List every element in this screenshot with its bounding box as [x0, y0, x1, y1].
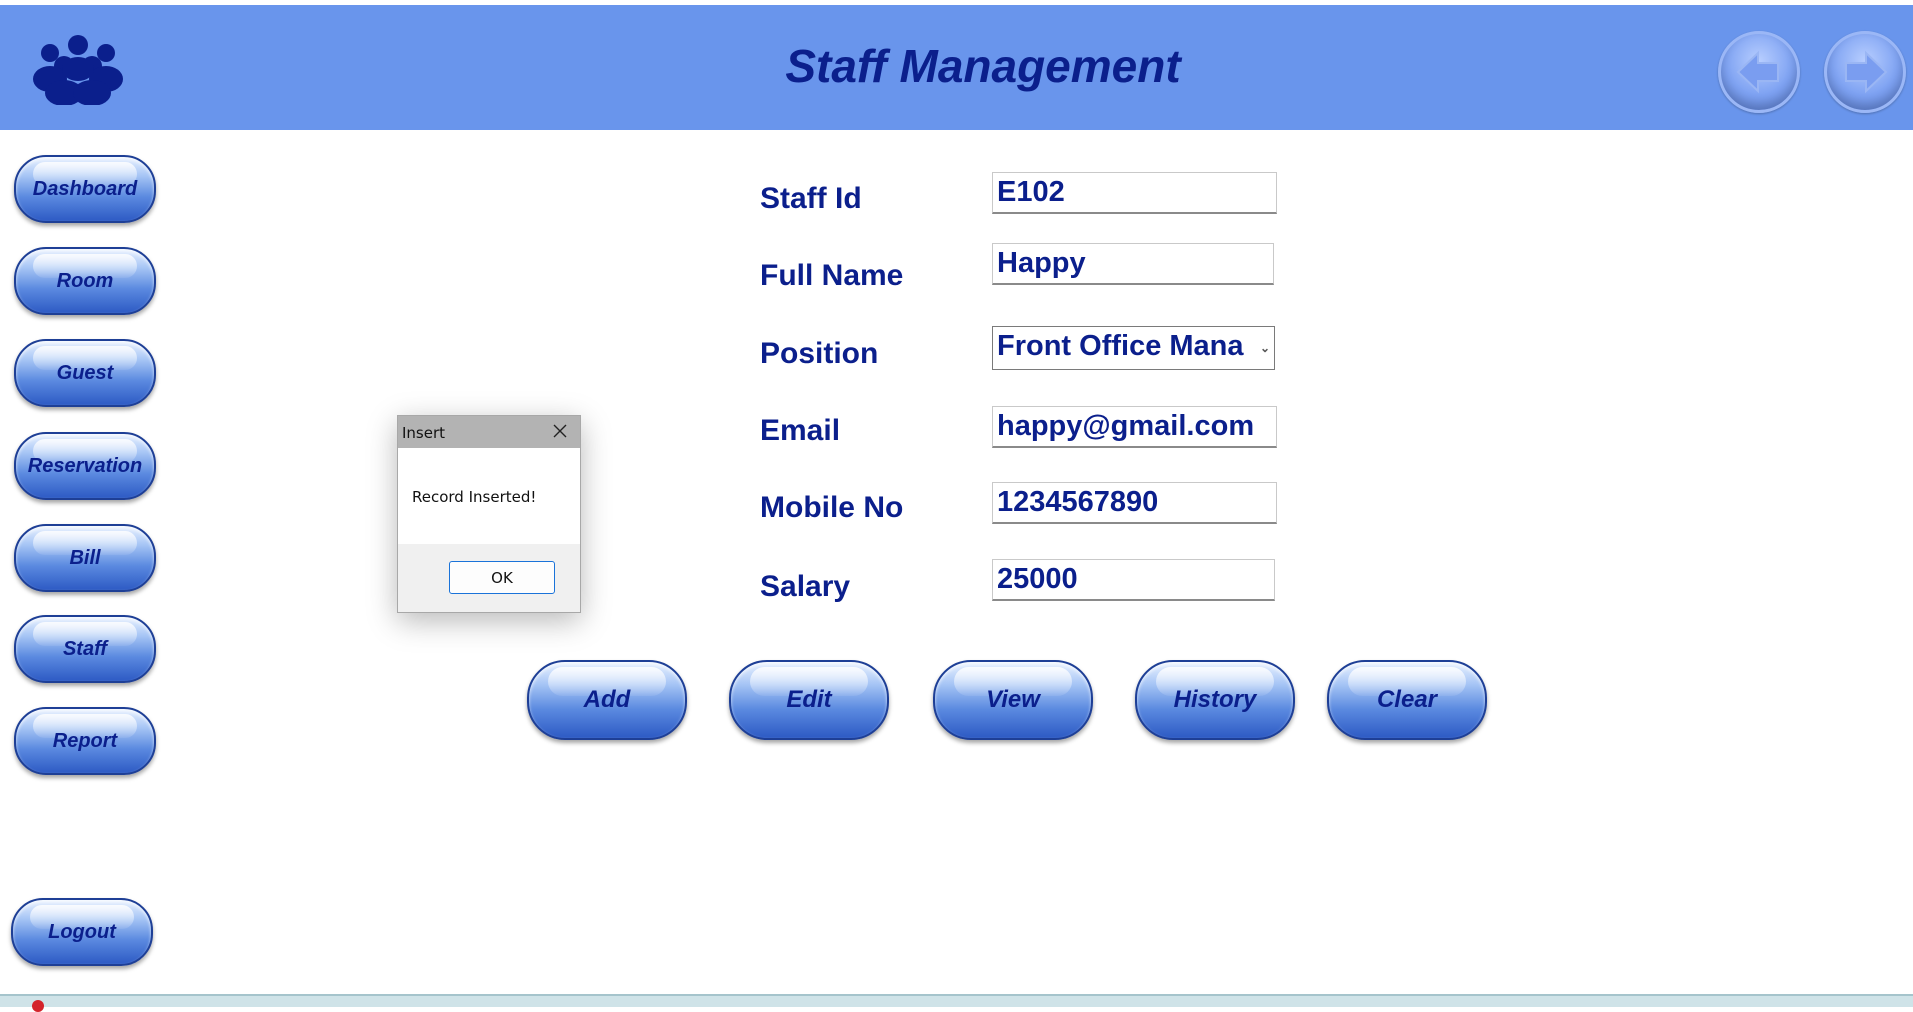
header-bar: Staff Management — [0, 5, 1913, 130]
logout-label: Logout — [48, 920, 116, 943]
sidebar-item-bill[interactable]: Bill — [14, 524, 156, 592]
email-label: Email — [760, 414, 841, 447]
logout-button[interactable]: Logout — [11, 898, 153, 966]
salary-field[interactable] — [992, 559, 1275, 601]
dialog-title: Insert — [402, 424, 446, 442]
page-title: Staff Management — [785, 40, 1181, 92]
position-select[interactable]: Front Office Mana ⌄ — [992, 326, 1275, 370]
add-button-label: Add — [583, 686, 631, 713]
sidebar-item-label: Reservation — [27, 454, 143, 477]
salary-label: Salary — [760, 570, 851, 603]
clear-button[interactable]: Clear — [1327, 660, 1487, 740]
sidebar-item-guest[interactable]: Guest — [14, 339, 156, 407]
history-button-label: History — [1173, 686, 1257, 713]
sidebar-item-dashboard[interactable]: Dashboard — [14, 155, 156, 223]
chevron-down-icon: ⌄ — [1259, 341, 1270, 355]
sidebar-item-reservation[interactable]: Reservation — [14, 432, 156, 500]
position-label: Position — [760, 337, 879, 370]
sidebar-item-report[interactable]: Report — [14, 707, 156, 775]
back-button[interactable] — [1718, 31, 1800, 113]
dialog-message: Record Inserted! — [412, 488, 537, 506]
arrow-left-icon — [1736, 50, 1779, 94]
staff-id-field[interactable] — [992, 172, 1277, 214]
add-button[interactable]: Add — [527, 660, 687, 740]
taskbar-strip — [0, 994, 1913, 1007]
email-field[interactable] — [992, 406, 1277, 448]
staff-id-label: Staff Id — [760, 182, 862, 215]
history-button[interactable]: History — [1135, 660, 1295, 740]
sidebar-item-label: Bill — [69, 546, 101, 569]
sidebar-item-label: Guest — [56, 361, 114, 384]
sidebar-item-staff[interactable]: Staff — [14, 615, 156, 683]
message-dialog: Insert Record Inserted! OK — [397, 415, 581, 613]
position-select-value: Front Office Mana — [997, 330, 1244, 362]
arrow-right-icon — [1845, 50, 1888, 94]
view-button-label: View — [986, 686, 1040, 713]
forward-button[interactable] — [1824, 31, 1906, 113]
close-icon[interactable] — [552, 423, 568, 439]
view-button[interactable]: View — [933, 660, 1093, 740]
sidebar-item-room[interactable]: Room — [14, 247, 156, 315]
clear-button-label: Clear — [1376, 686, 1438, 713]
sidebar-item-label: Report — [52, 729, 118, 752]
sidebar-item-label: Staff — [62, 637, 108, 660]
sidebar-item-label: Room — [56, 269, 114, 292]
full-name-field[interactable] — [992, 243, 1274, 285]
mobile-field[interactable] — [992, 482, 1277, 524]
sidebar-item-label: Dashboard — [32, 177, 138, 200]
edit-button-label: Edit — [786, 686, 832, 713]
dialog-footer: OK — [398, 544, 580, 612]
edit-button[interactable]: Edit — [729, 660, 889, 740]
full-name-label: Full Name — [760, 259, 904, 292]
ok-button[interactable]: OK — [449, 561, 555, 594]
dialog-title-bar: Insert — [398, 416, 580, 448]
mobile-label: Mobile No — [760, 491, 904, 524]
status-dot-icon — [32, 1000, 44, 1012]
